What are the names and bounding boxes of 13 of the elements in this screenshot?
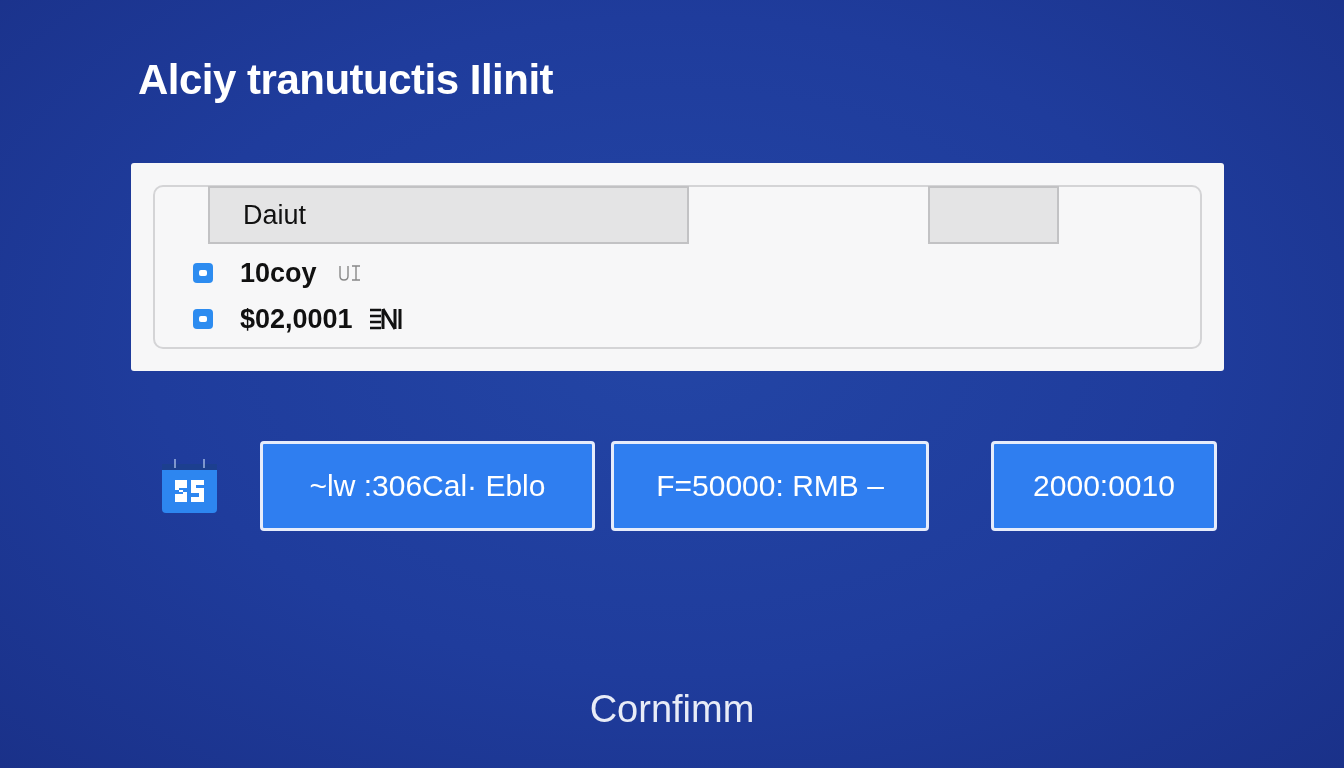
square-bullet-icon [193, 263, 213, 283]
calendar-icon[interactable] [161, 458, 218, 514]
confirm-button[interactable]: Cornfimm [589, 687, 755, 731]
square-bullet-icon [193, 309, 213, 329]
row-value: $02,0001 [240, 303, 353, 335]
amount-button[interactable]: 2000:0010 [991, 441, 1217, 531]
amount-button[interactable]: ~lw :306Cal· Eblo [260, 441, 595, 531]
text-cursor-icon [338, 265, 361, 281]
row-value: 10coy [240, 257, 317, 289]
page-title: Alciy tranutuctis Ilinit [138, 55, 554, 105]
header-tab[interactable]: Daiut [208, 186, 689, 244]
striped-glyph-icon [368, 308, 403, 330]
amount-button[interactable]: F=50000: RMB – [611, 441, 929, 531]
